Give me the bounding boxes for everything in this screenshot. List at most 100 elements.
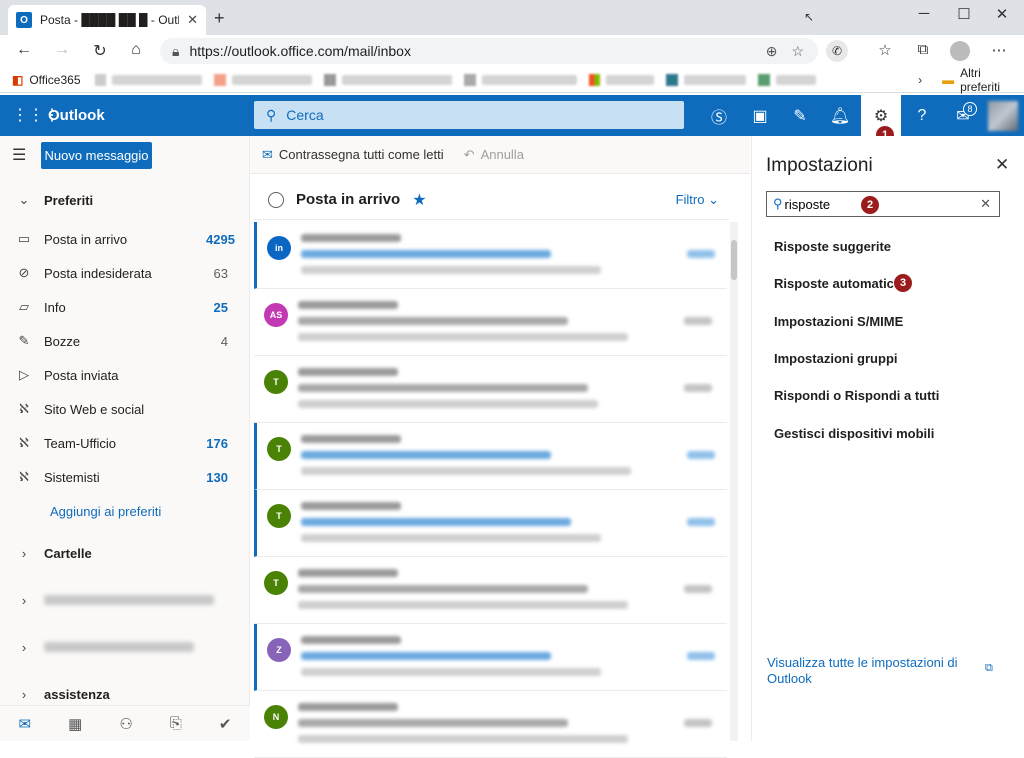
new-tab-icon[interactable]: + — [214, 8, 225, 29]
browser-tab[interactable]: O Posta - ████ ██ █ - Outlook ✕ — [8, 5, 206, 35]
user-avatar[interactable] — [988, 101, 1018, 131]
blurred-text — [687, 451, 715, 459]
my-day-icon[interactable]: ✎ — [780, 95, 820, 136]
account-name-blurred — [44, 642, 194, 652]
favorites-label: Preferiti — [44, 192, 94, 208]
folder-posta-in-arrivo[interactable]: ▭ Posta in arrivo 4295 — [0, 222, 250, 256]
command-bar: ✉ Contrassegna tutti come letti ↶ Annull… — [250, 136, 750, 174]
help-icon[interactable]: ? — [902, 95, 942, 136]
people-icon[interactable]: ⚇ — [119, 715, 132, 733]
forward-icon[interactable]: → — [52, 41, 72, 59]
setting-risposte-suggerite[interactable]: Risposte suggerite — [774, 239, 891, 254]
skype-icon[interactable]: Ⓢ — [699, 95, 739, 136]
bookmark-icon — [463, 73, 476, 86]
blurred-text — [298, 735, 628, 743]
mail-item[interactable]: AS — [254, 289, 727, 356]
maximize-icon[interactable]: ☐ — [952, 5, 976, 23]
select-all-checkbox[interactable] — [268, 191, 284, 208]
folder-bozze[interactable]: ✎ Bozze 4 — [0, 324, 250, 358]
scrollbar-thumb[interactable] — [731, 240, 737, 280]
notifications-bell-icon[interactable]: 🔔︎ — [820, 95, 860, 136]
folder-posta-indesiderata[interactable]: ⊘ Posta indesiderata 63 — [0, 256, 250, 290]
folder-label: Posta in arrivo — [44, 231, 128, 247]
home-icon[interactable]: ⌂ — [126, 41, 146, 59]
open-external-icon[interactable]: ⧉ — [985, 662, 993, 675]
folders-group-header[interactable]: › Cartelle — [0, 536, 250, 570]
search-box[interactable]: ⚲ Cerca — [254, 101, 684, 129]
sender-avatar: N — [264, 705, 288, 729]
bookmark-blurred[interactable] — [232, 74, 313, 85]
sender-avatar: T — [267, 504, 291, 528]
bookmark-blurred[interactable] — [481, 74, 577, 85]
mail-item[interactable]: Z — [254, 624, 727, 691]
settings-search-box[interactable]: ⚲ ✕ — [766, 191, 1000, 217]
bookmarks-overflow-icon[interactable]: › — [918, 73, 922, 87]
bookmark-blurred[interactable] — [112, 74, 203, 85]
minimize-icon[interactable]: ─ — [912, 5, 936, 22]
reload-icon[interactable]: ↻ — [90, 41, 110, 61]
mail-icon[interactable]: ✉ — [19, 715, 32, 733]
calendar-icon[interactable]: ▦ — [68, 715, 82, 733]
folder-sistemisti[interactable]: ℵ Sistemisti 130 — [0, 460, 250, 494]
folder-posta-inviata[interactable]: ▷ Posta inviata — [0, 358, 250, 392]
favorite-star-icon[interactable]: ☆ — [791, 43, 804, 60]
view-all-settings-link[interactable]: Visualizza tutte le impostazioni di Outl… — [767, 655, 967, 687]
message-list-scrollbar[interactable] — [730, 222, 738, 741]
add-favorites-link[interactable]: Aggiungi ai preferiti — [50, 504, 161, 519]
undo-button[interactable]: ↶ Annulla — [464, 147, 524, 163]
account-group-blurred[interactable]: › — [0, 583, 250, 617]
mail-item[interactable]: N — [254, 691, 727, 758]
blurred-text — [301, 518, 571, 526]
favorites-group-header[interactable]: ⌄ Preferiti — [0, 183, 250, 217]
setting-gestisci-dispositivi-mobili[interactable]: Gestisci dispositivi mobili — [774, 426, 934, 441]
favorites-icon[interactable]: ☆ — [874, 41, 896, 59]
setting-impostazioni-gruppi[interactable]: Impostazioni gruppi — [774, 351, 898, 366]
back-icon[interactable]: ← — [14, 41, 34, 59]
folder-team-ufficio[interactable]: ℵ Team-Ufficio 176 — [0, 426, 250, 460]
window-close-icon[interactable]: ✕ — [990, 5, 1014, 23]
bookmark-altri-preferiti[interactable]: Altri preferiti — [960, 66, 1024, 94]
add-app-icon[interactable]: ⊕ — [766, 43, 778, 60]
browser-profile-avatar[interactable] — [950, 41, 970, 61]
bookmark-office365[interactable]: Office365 — [29, 73, 80, 87]
hamburger-menu-icon[interactable]: ☰ — [12, 145, 26, 165]
url-field[interactable]: 🔒︎ https://outlook.office.com/mail/inbox… — [160, 38, 818, 64]
setting-rispondi-o-rispondi-a-tutti[interactable]: Rispondi o Rispondi a tutti — [774, 388, 939, 403]
bookmark-blurred[interactable] — [342, 74, 452, 85]
phone-extension-icon[interactable]: ✆ — [826, 40, 848, 62]
folder-label: Posta indesiderata — [44, 265, 152, 281]
filter-dropdown[interactable]: Filtro ⌄ — [676, 192, 719, 208]
todo-check-icon[interactable]: ✔ — [219, 715, 232, 733]
new-message-button[interactable]: Nuovo messaggio — [41, 142, 152, 169]
bookmark-icon — [94, 73, 107, 86]
office-apps-icon[interactable]: ▣ — [740, 95, 780, 136]
sender-avatar: T — [267, 437, 291, 461]
bookmark-blurred[interactable] — [776, 74, 817, 85]
setting-risposte-automatiche[interactable]: Risposte automatiche — [774, 276, 909, 291]
account-group-blurred[interactable]: › — [0, 630, 250, 664]
search-icon: ⚲ — [266, 106, 277, 123]
collections-icon[interactable]: ⧉ — [912, 41, 934, 58]
blurred-text — [301, 652, 551, 660]
browser-menu-icon[interactable]: ⋯ — [988, 41, 1010, 59]
setting-impostazioni-smime[interactable]: Impostazioni S/MIME — [774, 314, 903, 329]
attachment-icon[interactable]: ⎘ — [170, 715, 182, 732]
clear-search-icon[interactable]: ✕ — [980, 196, 991, 212]
mail-item[interactable]: T — [254, 423, 727, 490]
favorite-star-icon[interactable]: ★ — [412, 190, 426, 210]
mark-all-read-button[interactable]: ✉ Contrassegna tutti come letti — [262, 147, 444, 163]
mail-item[interactable]: T — [254, 557, 727, 624]
settings-close-icon[interactable]: ✕ — [995, 155, 1009, 175]
bookmark-blurred[interactable] — [684, 74, 747, 85]
folder-sito-web-e-social[interactable]: ℵ Sito Web e social — [0, 392, 250, 426]
mail-item[interactable]: in — [254, 222, 727, 289]
folder-info[interactable]: ▱ Info 25 — [0, 290, 250, 324]
bookmark-blurred[interactable] — [606, 74, 655, 85]
mail-item[interactable]: T — [254, 356, 727, 423]
tab-close-icon[interactable]: ✕ — [187, 12, 198, 28]
folder-count: 63 — [213, 265, 228, 281]
blurred-text — [298, 569, 398, 577]
mail-item[interactable]: T — [254, 490, 727, 557]
blurred-text — [684, 719, 712, 727]
feedback-icon[interactable]: ✉ — [943, 95, 983, 136]
